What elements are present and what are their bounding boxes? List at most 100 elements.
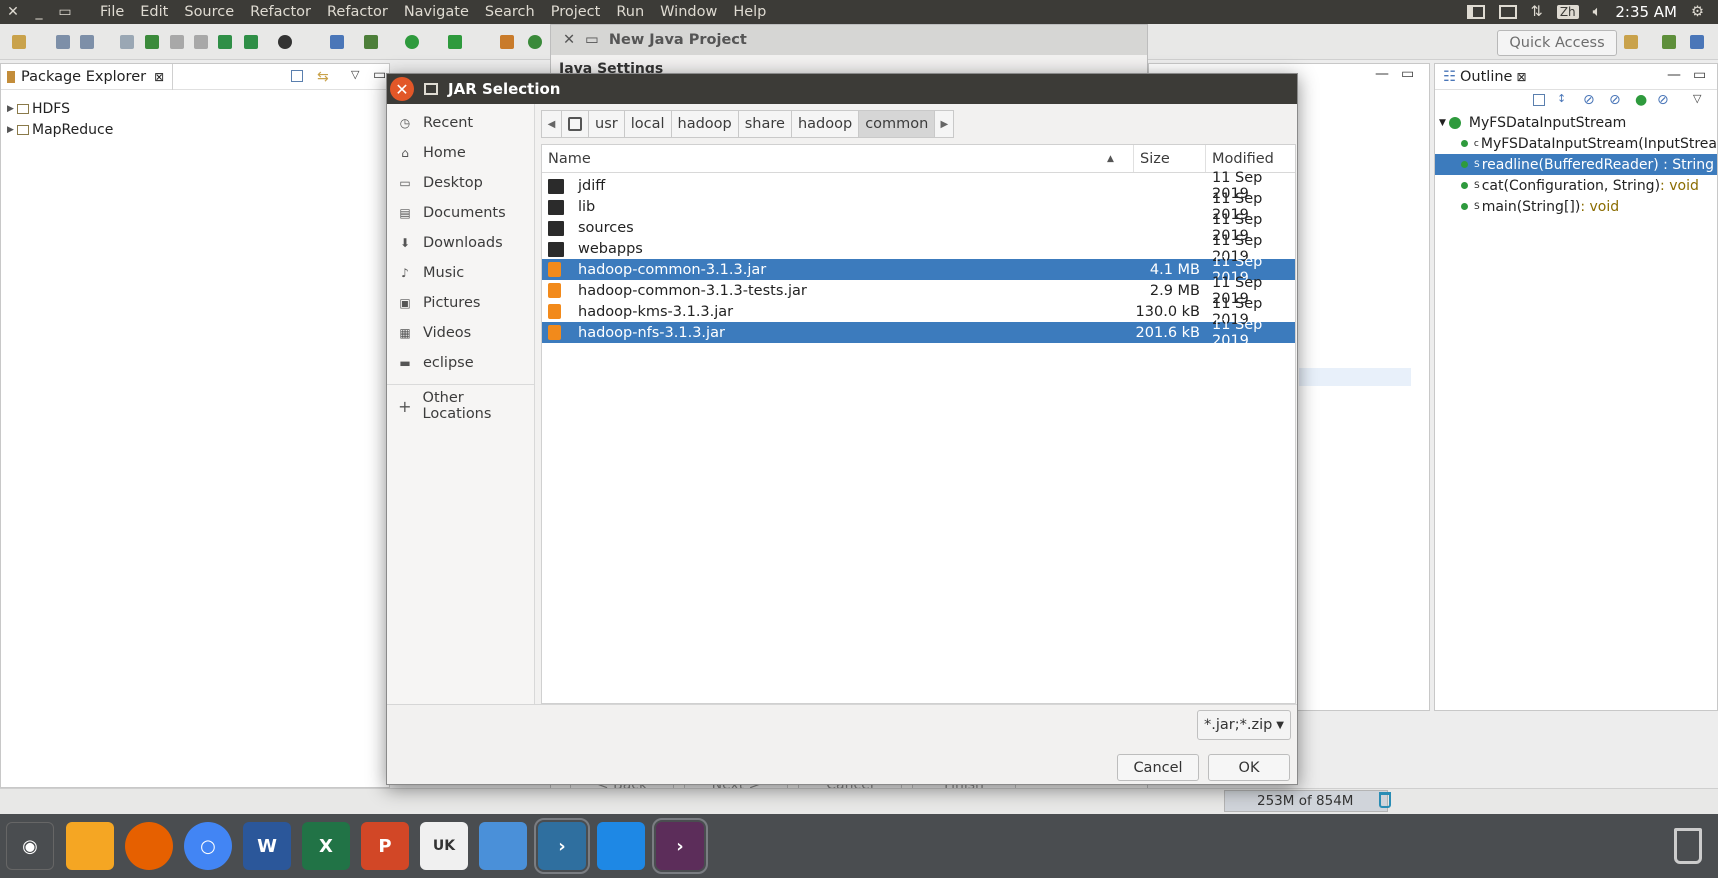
menu-window[interactable]: Window xyxy=(652,4,725,20)
java-perspective-icon[interactable] xyxy=(1690,35,1704,49)
column-name-header[interactable]: Name xyxy=(542,145,1134,172)
menu-edit[interactable]: Edit xyxy=(132,4,176,20)
collapse-all-icon[interactable] xyxy=(1533,94,1545,106)
cancel-button[interactable]: Cancel xyxy=(1117,754,1199,781)
outline-member[interactable]: Scat(Configuration, String) : void xyxy=(1435,175,1717,196)
place-pictures[interactable]: ▣ Pictures xyxy=(387,288,534,318)
menu-refactor[interactable]: Refactor xyxy=(242,4,319,20)
expand-icon[interactable]: ▶ xyxy=(7,125,17,135)
run-gc-icon[interactable] xyxy=(1379,792,1391,808)
save-icon[interactable] xyxy=(56,35,70,49)
files-icon[interactable] xyxy=(66,822,114,870)
server-stop-icon[interactable] xyxy=(244,35,258,49)
file-row[interactable]: hadoop-common-3.1.3-tests.jar 2.9 MB 11 … xyxy=(542,275,1295,307)
hide-fields-icon[interactable]: ⊘ xyxy=(1583,92,1595,108)
eclipse-app-icon[interactable]: › xyxy=(652,818,708,874)
view-menu-icon[interactable]: ▽ xyxy=(351,68,359,81)
workspace-icon[interactable] xyxy=(597,822,645,870)
open-perspective-icon[interactable] xyxy=(1624,35,1638,49)
binary-icon[interactable] xyxy=(120,35,134,49)
profile-icon[interactable] xyxy=(278,35,292,49)
new-package-icon[interactable] xyxy=(500,35,514,49)
java-ee-perspective-icon[interactable] xyxy=(1662,35,1676,49)
heap-status[interactable]: 253M of 854M xyxy=(1224,790,1388,812)
new-icon[interactable] xyxy=(12,35,26,49)
close-tab-icon[interactable]: ⊠ xyxy=(154,70,164,84)
view-menu-icon[interactable]: ▽ xyxy=(1693,92,1701,105)
collapse-all-icon[interactable] xyxy=(291,70,303,82)
calendar-icon[interactable] xyxy=(1498,5,1517,19)
column-size-header[interactable]: Size xyxy=(1134,145,1206,172)
place-recent[interactable]: ◷ Recent xyxy=(387,108,534,138)
maximize-editor-icon[interactable]: ▭ xyxy=(1401,66,1414,82)
close-window-icon[interactable]: ✕ xyxy=(0,4,26,20)
ok-button[interactable]: OK xyxy=(1208,754,1290,781)
path-segment-hadoop[interactable]: hadoop xyxy=(670,110,738,138)
ubuntu-launcher-icon[interactable]: ◉ xyxy=(6,822,54,870)
refresh-icon[interactable] xyxy=(528,35,542,49)
minimize-view-icon[interactable]: — xyxy=(1667,67,1681,83)
tab-outline[interactable]: ☷ Outline ⊠ xyxy=(1435,69,1535,85)
path-root-button[interactable] xyxy=(561,110,588,138)
menu-navigate[interactable]: Navigate xyxy=(396,4,477,20)
excel-icon[interactable]: X xyxy=(302,822,350,870)
path-segment-local[interactable]: local xyxy=(623,110,671,138)
file-row[interactable]: jdiff 11 Sep 2019 xyxy=(542,170,1295,202)
file-row[interactable]: lib 11 Sep 2019 xyxy=(542,191,1295,223)
menu-search[interactable]: Search xyxy=(477,4,543,20)
menu-refactor-2[interactable]: Refactor xyxy=(319,4,396,20)
path-segment-share[interactable]: share xyxy=(737,110,791,138)
place-documents[interactable]: ▤ Documents xyxy=(387,198,534,228)
outline-member[interactable]: Sreadline(BufferedReader) : String xyxy=(1435,154,1717,175)
tab-package-explorer[interactable]: Package Explorer ⊠ xyxy=(1,63,174,90)
input-method-indicator[interactable]: Zh xyxy=(1556,5,1579,19)
trash-icon[interactable] xyxy=(1664,822,1712,870)
outline-class[interactable]: ▼ MyFSDataInputStream xyxy=(1435,112,1717,133)
quick-access-input[interactable]: Quick Access xyxy=(1497,30,1617,56)
server-icon[interactable] xyxy=(218,35,232,49)
menu-run[interactable]: Run xyxy=(608,4,652,20)
volume-icon[interactable]: 🔈︎ xyxy=(1593,4,1602,20)
hide-local-types-icon[interactable]: ⊘ xyxy=(1657,92,1669,108)
collapse-icon[interactable]: ▼ xyxy=(1439,118,1446,128)
expand-icon[interactable]: ▶ xyxy=(7,104,17,114)
file-row[interactable]: sources 11 Sep 2019 xyxy=(542,212,1295,244)
word-icon[interactable]: W xyxy=(243,822,291,870)
place-other-locations[interactable]: + Other Locations xyxy=(387,390,534,422)
maximize-icon[interactable]: ▭ xyxy=(585,32,599,48)
transfer-arrows-icon[interactable]: ⇅ xyxy=(1531,4,1543,20)
sort-icon[interactable]: ↕ xyxy=(1557,92,1566,105)
place-desktop[interactable]: ▭ Desktop xyxy=(387,168,534,198)
close-dialog-icon[interactable]: ✕ xyxy=(390,77,414,101)
doc-icon[interactable] xyxy=(170,35,184,49)
place-videos[interactable]: ▦ Videos xyxy=(387,318,534,348)
place-music[interactable]: ♪ Music xyxy=(387,258,534,288)
update-manager-icon[interactable] xyxy=(479,822,527,870)
run-icon[interactable] xyxy=(405,35,419,49)
external-tools-icon[interactable] xyxy=(448,35,462,49)
column-modified-header[interactable]: Modified xyxy=(1206,145,1295,172)
path-scroll-right-icon[interactable]: ▶ xyxy=(934,110,955,138)
maximize-view-icon[interactable]: ▭ xyxy=(1693,67,1706,83)
maximize-dialog-icon[interactable] xyxy=(424,83,438,95)
chromium-icon[interactable]: ○ xyxy=(184,822,232,870)
terminal-app-icon[interactable]: › xyxy=(534,818,590,874)
place-home[interactable]: ⌂ Home xyxy=(387,138,534,168)
path-segment-usr[interactable]: usr xyxy=(588,110,624,138)
debug-icon[interactable] xyxy=(364,35,378,49)
minimize-editor-icon[interactable]: — xyxy=(1375,66,1389,82)
path-segment-common[interactable]: common xyxy=(858,110,935,138)
outline-member[interactable]: c MyFSDataInputStream(InputStrea xyxy=(1435,133,1717,154)
menu-file[interactable]: File xyxy=(92,4,132,20)
link-editor-icon[interactable]: ⇆ xyxy=(317,69,329,85)
network-indicator-icon[interactable] xyxy=(1466,5,1485,19)
powerpoint-icon[interactable]: P xyxy=(361,822,409,870)
hide-nonpublic-icon[interactable]: ● xyxy=(1635,92,1647,108)
close-icon[interactable]: ✕ xyxy=(563,32,575,48)
minimize-window-icon[interactable]: _ xyxy=(26,4,52,20)
settings-gear-icon[interactable]: ⚙ xyxy=(1691,4,1704,20)
save-all-icon[interactable] xyxy=(80,35,94,49)
file-row-selected[interactable]: hadoop-common-3.1.3.jar 4.1 MB 11 Sep 20… xyxy=(542,254,1295,286)
tasks-icon[interactable] xyxy=(145,35,159,49)
menu-project[interactable]: Project xyxy=(543,4,609,20)
